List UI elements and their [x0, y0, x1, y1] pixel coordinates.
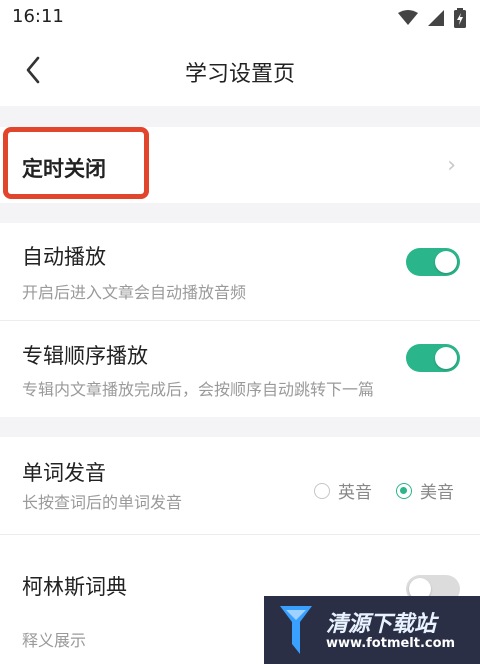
chevron-right-icon: › [447, 153, 456, 178]
radio-circle [314, 482, 330, 499]
signal-icon [428, 10, 444, 26]
autoplay-desc: 开启后进入文章会自动播放音频 [22, 283, 247, 302]
status-bar: 16:11 [0, 0, 480, 34]
highlight-annotation [3, 127, 149, 199]
page-title: 学习设置页 [184, 62, 295, 87]
nav-bar: 学习设置页 [0, 34, 480, 106]
watermark-url: www.fotmelt.com [326, 636, 456, 651]
radio-circle [396, 482, 412, 499]
pronunciation-radio-group: 英音 美音 [314, 478, 454, 503]
collins-label: 柯林斯词典 [22, 575, 127, 599]
album-order-desc: 专辑内文章播放完成后，会按顺序自动跳转下一篇 [22, 380, 375, 399]
album-order-label: 专辑顺序播放 [22, 344, 148, 368]
pronunciation-desc: 长按查词后的单词发音 [22, 493, 183, 512]
radio-british-label: 英音 [338, 483, 372, 503]
divider [0, 534, 480, 535]
watermark: 清源下载站 www.fotmelt.com [264, 596, 480, 664]
radio-american-label: 美音 [420, 483, 454, 503]
watermark-title: 清源下载站 [326, 612, 437, 637]
status-time: 16:11 [12, 6, 64, 27]
autoplay-toggle[interactable] [406, 248, 460, 276]
divider [0, 320, 480, 321]
radio-american[interactable]: 美音 [396, 478, 454, 503]
playback-section: 自动播放 开启后进入文章会自动播放音频 专辑顺序播放 专辑内文章播放完成后，会按… [0, 223, 480, 417]
battery-icon [454, 8, 466, 28]
collins-desc: 释义展示 [22, 631, 87, 650]
toggle-knob [435, 251, 457, 273]
pronunciation-label: 单词发音 [22, 461, 106, 485]
toggle-knob [435, 347, 457, 369]
autoplay-label: 自动播放 [22, 245, 106, 269]
album-order-toggle[interactable] [406, 344, 460, 372]
status-icons [398, 8, 466, 28]
radio-british[interactable]: 英音 [314, 478, 372, 503]
wifi-icon [398, 10, 418, 25]
logo-icon [280, 606, 312, 654]
